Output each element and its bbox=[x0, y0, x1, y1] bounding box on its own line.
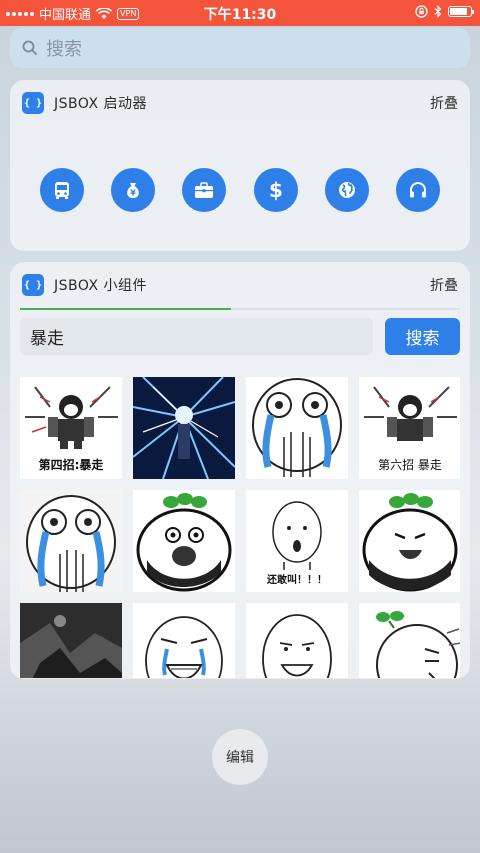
grinning-face-image bbox=[246, 603, 348, 678]
jsbox-app-icon: { } bbox=[22, 274, 44, 296]
query-text: 暴走 bbox=[30, 329, 64, 349]
meme-tile-7[interactable]: 还敢叫！！！ bbox=[246, 490, 348, 592]
search-input[interactable]: 搜索 bbox=[10, 28, 470, 68]
music-shortcut-button[interactable] bbox=[395, 168, 440, 212]
meme-caption: 第六招 暴走 bbox=[378, 458, 442, 472]
meme-tile-3[interactable] bbox=[246, 377, 348, 479]
radish-screaming-image bbox=[133, 490, 235, 592]
globe-icon bbox=[338, 182, 355, 198]
status-bar: 中国联通 VPN 下午11:30 bbox=[0, 0, 480, 26]
sprout-ball-image bbox=[359, 603, 460, 678]
meme-tile-9[interactable] bbox=[20, 603, 122, 678]
loading-progress-bar bbox=[20, 308, 460, 310]
status-time: 下午11:30 bbox=[203, 7, 277, 23]
search-icon bbox=[22, 40, 38, 56]
money-shortcut-button[interactable]: ¥ bbox=[111, 168, 156, 212]
crying-face-image bbox=[246, 377, 348, 479]
meme-tile-1[interactable]: 第四招:暴走 bbox=[20, 377, 122, 479]
search-placeholder: 搜索 bbox=[46, 39, 82, 60]
headphones-icon bbox=[409, 182, 426, 198]
launcher-header: { } JSBOX 启动器 折叠 bbox=[10, 80, 470, 126]
launcher-widget: { } JSBOX 启动器 折叠 ¥ $ bbox=[10, 80, 470, 251]
mini-widget-fold-button[interactable]: 折叠 bbox=[430, 275, 458, 295]
launcher-fold-button[interactable]: 折叠 bbox=[430, 93, 458, 113]
meme-tile-6[interactable] bbox=[133, 490, 235, 592]
loading-progress-fill bbox=[20, 308, 232, 310]
lightning-anime-image bbox=[133, 377, 235, 479]
crying-laugh-image bbox=[133, 603, 235, 678]
radish-laughing-image bbox=[359, 490, 460, 592]
status-right bbox=[415, 5, 474, 18]
lock-rotation-icon bbox=[415, 5, 428, 18]
jsbox-app-icon: { } bbox=[22, 92, 44, 114]
mini-widget: { } JSBOX 小组件 折叠 暴走 搜索 第四招:暴走 第六招 暴走 还敢叫… bbox=[10, 262, 470, 679]
edit-button[interactable]: 编辑 bbox=[212, 729, 268, 785]
bus-shortcut-button[interactable] bbox=[40, 168, 84, 212]
bus-icon bbox=[55, 182, 69, 199]
meme-tile-8[interactable] bbox=[359, 490, 460, 592]
bluetooth-icon bbox=[434, 5, 442, 18]
battery-icon bbox=[448, 6, 474, 17]
search-button[interactable]: 搜索 bbox=[385, 318, 460, 355]
dollar-icon: $ bbox=[269, 179, 283, 201]
mini-widget-header: { } JSBOX 小组件 折叠 bbox=[10, 262, 470, 308]
battery-fill bbox=[450, 8, 467, 15]
dark-scene-image bbox=[20, 603, 122, 678]
svg-text:$: $ bbox=[269, 179, 283, 201]
meme-tile-2[interactable] bbox=[133, 377, 235, 479]
meme-tile-4[interactable]: 第六招 暴走 bbox=[359, 377, 460, 479]
work-shortcut-button[interactable] bbox=[182, 168, 227, 212]
crying-face-image bbox=[20, 490, 122, 592]
mini-widget-title: JSBOX 小组件 bbox=[54, 278, 148, 294]
money-bag-icon: ¥ bbox=[127, 183, 140, 198]
currency-shortcut-button[interactable]: $ bbox=[253, 168, 298, 212]
meme-caption: 第四招:暴走 bbox=[38, 458, 104, 472]
meme-tile-10[interactable] bbox=[133, 603, 235, 678]
image-grid: 第四招:暴走 第六招 暴走 还敢叫！！！ bbox=[20, 377, 460, 678]
launcher-shortcuts: ¥ $ bbox=[40, 168, 440, 212]
meme-caption: 还敢叫！！！ bbox=[267, 575, 327, 586]
meme-tile-11[interactable] bbox=[246, 603, 348, 678]
query-input[interactable]: 暴走 bbox=[20, 318, 373, 355]
briefcase-icon bbox=[195, 182, 214, 198]
launcher-title: JSBOX 启动器 bbox=[54, 96, 148, 112]
meme-tile-12[interactable] bbox=[359, 603, 460, 678]
meme-tile-5[interactable] bbox=[20, 490, 122, 592]
globe-shortcut-button[interactable] bbox=[324, 168, 369, 212]
svg-text:¥: ¥ bbox=[130, 189, 136, 198]
